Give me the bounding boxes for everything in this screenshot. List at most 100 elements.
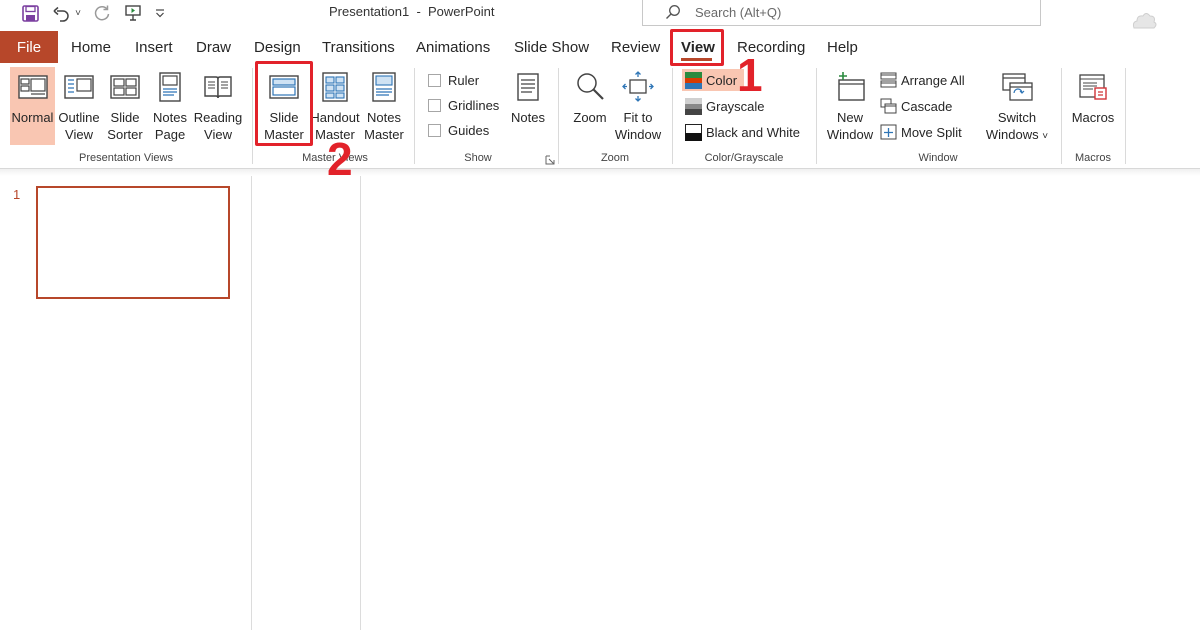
macros-group-label: Macros (1074, 152, 1112, 164)
normal-view-label: Normal (11, 110, 54, 125)
guides-check-box[interactable] (428, 123, 441, 137)
tab-transitions[interactable]: Transitions (322, 31, 395, 63)
color-button[interactable]: Color (682, 69, 744, 91)
group-separator (672, 68, 673, 164)
arrange-all-icon (880, 72, 897, 88)
tab-file[interactable]: File (0, 31, 58, 63)
ruler-checkbox[interactable]: Ruler (428, 69, 479, 91)
slide-editing-area[interactable] (361, 176, 1200, 630)
gridlines-checkbox[interactable]: Gridlines (428, 94, 499, 116)
zoom-button[interactable]: Zoom (568, 67, 612, 145)
new-window-label: New Window (826, 110, 874, 142)
slide-sorter-label: Slide Sorter (107, 110, 143, 142)
normal-view-icon (17, 75, 48, 99)
zoom-icon (577, 73, 604, 100)
reading-view-label: Reading View (193, 110, 243, 142)
customize-qat-icon[interactable] (153, 3, 167, 23)
move-split-label: Move Split (901, 124, 962, 140)
macros-label: Macros (1071, 110, 1115, 125)
group-separator (1061, 68, 1062, 164)
slide-thumbnail[interactable] (36, 186, 230, 299)
new-window-icon (838, 72, 865, 101)
grayscale-icon (685, 97, 702, 115)
presentation-views-group-label: Presentation Views (79, 152, 173, 164)
title-bar: ˅ Presentation1 - PowerPoint Search (Alt… (0, 0, 1200, 29)
notes-page-label: Notes Page (153, 110, 187, 142)
search-placeholder: Search (Alt+Q) (695, 5, 782, 20)
handout-master-icon (322, 72, 348, 102)
show-dialog-launcher-icon[interactable] (545, 153, 555, 168)
notes-icon (517, 73, 539, 101)
ruler-check-box[interactable] (428, 73, 441, 87)
color-grayscale-group-label: Color/Grayscale (704, 152, 784, 164)
tab-review[interactable]: Review (611, 31, 660, 63)
chevron-down-icon: ˅ (1042, 131, 1049, 142)
tab-draw[interactable]: Draw (196, 31, 231, 63)
black-and-white-label: Black and White (706, 124, 800, 140)
notes-master-button[interactable]: Notes Master (362, 67, 406, 145)
cascade-button[interactable]: Cascade (880, 95, 952, 117)
notes-label: Notes (511, 110, 545, 125)
arrange-all-button[interactable]: Arrange All (880, 69, 965, 91)
reading-view-button[interactable]: Reading View (193, 67, 243, 145)
black-and-white-icon (685, 123, 702, 141)
macros-icon (1079, 74, 1107, 100)
macros-button[interactable]: Macros (1068, 67, 1118, 145)
document-title: Presentation1 - PowerPoint (329, 4, 495, 19)
outline-view-button[interactable]: Outline View (57, 67, 101, 145)
gridlines-label: Gridlines (448, 97, 500, 113)
switch-windows-button[interactable]: Switch Windows ˅ (982, 67, 1052, 145)
tab-animations[interactable]: Animations (416, 31, 490, 63)
ribbon-tabs: File Home Insert Draw Design Transitions… (0, 31, 1200, 63)
color-icon (685, 71, 702, 89)
notes-master-label: Notes Master (364, 110, 404, 142)
group-separator (816, 68, 817, 164)
notes-button[interactable]: Notes (508, 67, 548, 145)
tab-insert[interactable]: Insert (135, 31, 173, 63)
fit-to-window-icon (622, 71, 654, 102)
gridlines-check-box[interactable] (428, 98, 441, 112)
arrange-all-label: Arrange All (901, 72, 965, 88)
move-split-button[interactable]: Move Split (880, 121, 962, 143)
save-icon[interactable] (20, 3, 40, 23)
tab-design[interactable]: Design (254, 31, 301, 63)
outline-view-label: Outline View (58, 110, 100, 142)
undo-dropdown-icon[interactable]: ˅ (73, 3, 83, 23)
notes-page-button[interactable]: Notes Page (150, 67, 190, 145)
slide-sorter-icon (110, 75, 140, 99)
guides-label: Guides (448, 122, 490, 138)
slide-sorter-button[interactable]: Slide Sorter (104, 67, 146, 145)
zoom-group-label: Zoom (600, 152, 630, 164)
fit-to-window-button[interactable]: Fit to Window (612, 67, 664, 145)
black-and-white-button[interactable]: Black and White (685, 121, 800, 143)
tab-help[interactable]: Help (827, 31, 858, 63)
start-from-beginning-icon[interactable] (122, 3, 144, 23)
fit-to-window-label: Fit to Window (614, 110, 662, 142)
tab-slide-show[interactable]: Slide Show (514, 31, 589, 63)
show-group-label: Show (464, 152, 492, 164)
step-1-number: 1 (737, 49, 763, 101)
search-icon (666, 5, 680, 19)
cascade-icon (880, 98, 897, 114)
undo-icon[interactable] (50, 3, 72, 23)
tab-home[interactable]: Home (71, 31, 111, 63)
search-box[interactable]: Search (Alt+Q) (642, 0, 1041, 26)
group-separator (414, 68, 415, 164)
view-tab-highlight (670, 29, 724, 66)
new-window-button[interactable]: New Window (824, 67, 876, 145)
group-separator (252, 68, 253, 164)
outline-view-icon (64, 75, 94, 99)
normal-view-button[interactable]: Normal (10, 67, 55, 145)
redo-icon[interactable] (91, 3, 113, 23)
window-group-label: Window (918, 152, 958, 164)
group-separator (1125, 68, 1126, 164)
cascade-label: Cascade (901, 98, 953, 114)
slide-margin-area (252, 176, 361, 630)
ruler-label: Ruler (448, 72, 480, 88)
slide-master-highlight (255, 61, 313, 146)
reading-view-icon (204, 76, 232, 99)
group-separator (558, 68, 559, 164)
notes-master-icon (372, 72, 396, 102)
notes-page-icon (159, 72, 181, 102)
guides-checkbox[interactable]: Guides (428, 119, 489, 141)
